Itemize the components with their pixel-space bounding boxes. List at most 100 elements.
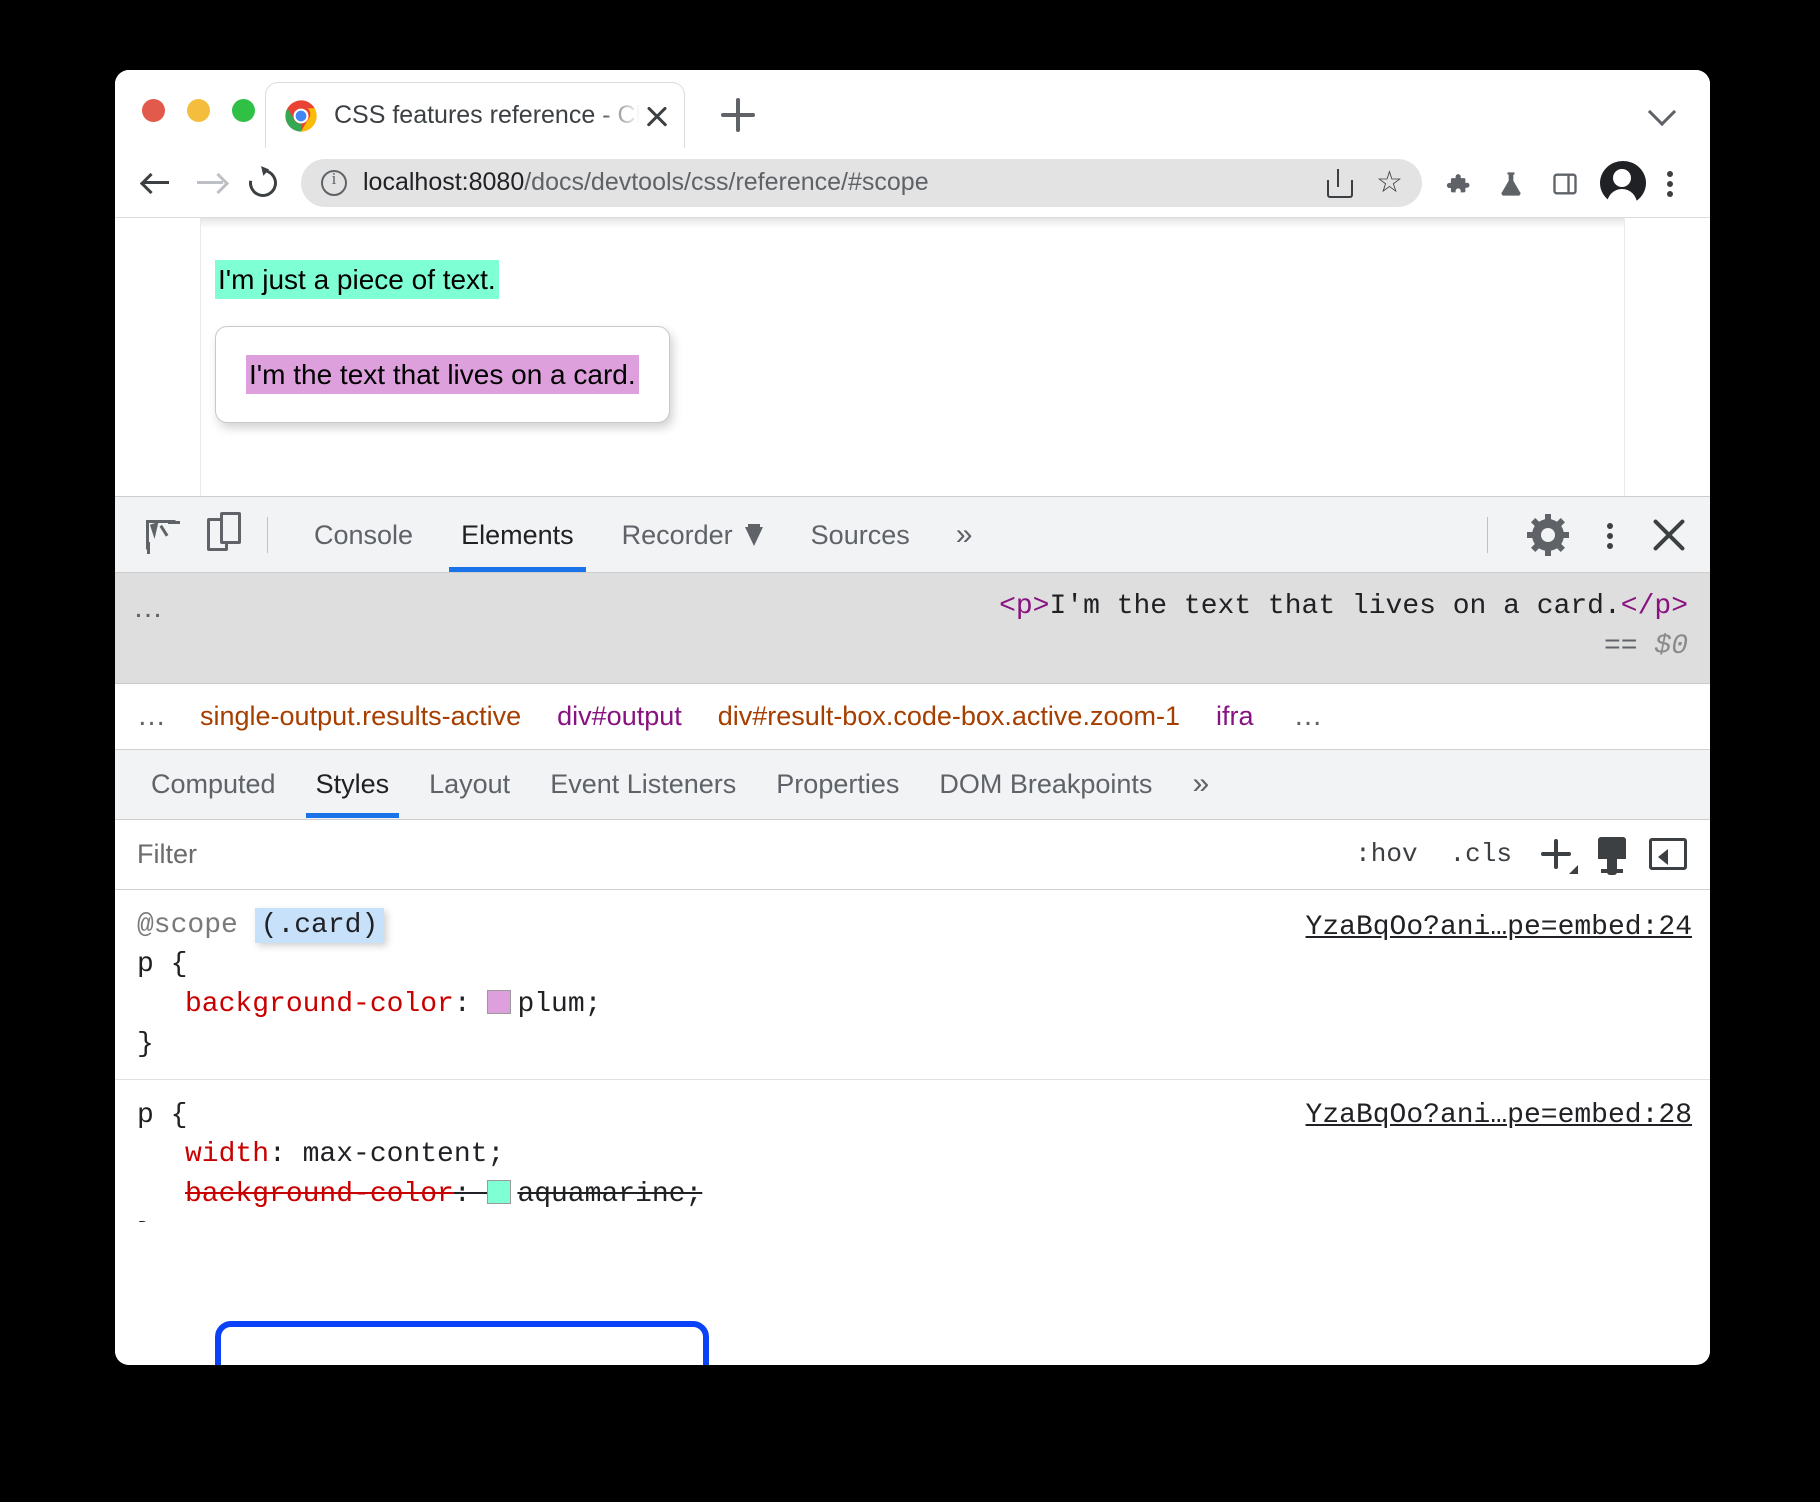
- scope-prelude[interactable]: (.card): [255, 908, 385, 943]
- breadcrumb-item-3[interactable]: ifra: [1198, 701, 1272, 732]
- devtools-close-icon[interactable]: [1646, 512, 1692, 558]
- puzzle-piece-icon: [1443, 170, 1471, 198]
- declaration-value-width[interactable]: max-content: [303, 1139, 488, 1170]
- devtools-more-options-icon[interactable]: [1588, 513, 1632, 557]
- maximize-window-button[interactable]: [232, 99, 255, 122]
- styles-rules-list: @scope (.card) p { background-color: plu…: [115, 890, 1710, 1222]
- browser-menu-button[interactable]: [1648, 161, 1692, 205]
- address-bar-url: localhost:8080/docs/devtools/css/referen…: [363, 168, 1312, 197]
- browser-tab-strip: CSS features reference - Chrom: [115, 70, 1710, 148]
- breadcrumb-item-0[interactable]: single-output.results-active: [182, 701, 539, 732]
- tab-console[interactable]: Console: [290, 498, 437, 572]
- inspect-element-icon[interactable]: [135, 509, 187, 561]
- style-rule-scope[interactable]: @scope (.card) p { background-color: plu…: [115, 890, 1710, 1080]
- tab-dom-breakpoints-label: DOM Breakpoints: [939, 769, 1152, 799]
- declaration-value-bg-overridden[interactable]: aquamarine: [517, 1179, 685, 1210]
- scope-rule-highlight: [215, 1321, 709, 1365]
- tab-sources[interactable]: Sources: [787, 498, 934, 572]
- closing-brace: }: [137, 1025, 1690, 1065]
- declaration-value[interactable]: plum: [517, 989, 584, 1020]
- declaration-width[interactable]: width: max-content;: [137, 1135, 1690, 1175]
- devtools-toolbar: Console Elements Recorder Sources »: [115, 497, 1710, 573]
- color-swatch-icon-aquamarine[interactable]: [487, 1180, 511, 1204]
- breadcrumb-item-1[interactable]: div#output: [539, 701, 700, 732]
- copy-styles-button[interactable]: [1584, 827, 1640, 881]
- tab-layout-label: Layout: [429, 769, 510, 799]
- tab-event-listeners[interactable]: Event Listeners: [530, 750, 756, 818]
- search-input[interactable]: [115, 838, 1339, 871]
- declaration-semicolon-2: ;: [487, 1139, 504, 1170]
- browser-navigation-bar: localhost:8080/docs/devtools/css/referen…: [115, 148, 1710, 218]
- styles-filter-bar: :hov .cls: [115, 820, 1710, 890]
- page-viewport: I'm just a piece of text. I'm the text t…: [115, 218, 1710, 496]
- new-tab-button[interactable]: [715, 92, 761, 138]
- window-traffic-lights[interactable]: [142, 99, 255, 122]
- toggle-sidebar-button[interactable]: [1640, 827, 1696, 881]
- tab-properties-label: Properties: [776, 769, 899, 799]
- tab-console-label: Console: [314, 520, 413, 550]
- reload-button[interactable]: [241, 160, 287, 206]
- declaration-background-color[interactable]: background-color: plum;: [137, 985, 1690, 1025]
- back-button[interactable]: [133, 160, 179, 206]
- tab-recorder-label: Recorder: [622, 520, 733, 550]
- caret-icon: [1569, 865, 1578, 874]
- toolbar-divider-right: [1487, 517, 1488, 553]
- new-style-rule-button[interactable]: [1528, 827, 1584, 881]
- side-panel-button[interactable]: [1540, 160, 1586, 206]
- browser-tab[interactable]: CSS features reference - Chrom: [265, 82, 685, 148]
- declaration-property-bg-overridden[interactable]: background-color: [185, 1179, 454, 1210]
- breadcrumb: … single-output.results-active div#outpu…: [115, 684, 1710, 750]
- site-info-icon[interactable]: [321, 170, 347, 196]
- devtools-panel: Console Elements Recorder Sources »: [115, 496, 1710, 1364]
- declaration-property[interactable]: background-color: [185, 989, 454, 1020]
- gear-icon[interactable]: [1526, 513, 1570, 557]
- device-toolbar-icon[interactable]: [193, 509, 245, 561]
- close-window-button[interactable]: [142, 99, 165, 122]
- declaration-property-width[interactable]: width: [185, 1139, 269, 1170]
- flask-icon: [1497, 170, 1525, 198]
- chrome-logo-icon: [284, 99, 318, 133]
- breadcrumb-trailing-ellipsis[interactable]: …: [1272, 700, 1339, 733]
- chevron-down-icon[interactable]: [1652, 102, 1676, 126]
- forward-button[interactable]: [187, 160, 233, 206]
- close-tab-icon[interactable]: [640, 99, 674, 133]
- experiments-button[interactable]: [1486, 160, 1532, 206]
- extensions-button[interactable]: [1432, 160, 1478, 206]
- toggle-pseudo-states-button[interactable]: :hov: [1339, 839, 1433, 869]
- selector-line[interactable]: p {: [137, 945, 1690, 985]
- bookmark-star-icon[interactable]: ☆: [1364, 161, 1416, 205]
- avatar[interactable]: [1600, 161, 1646, 205]
- toggle-element-classes-button[interactable]: .cls: [1434, 839, 1528, 869]
- styles-sidebar-tabs: Computed Styles Layout Event Listeners P…: [115, 750, 1710, 820]
- tab-styles-label: Styles: [316, 769, 390, 799]
- declaration-colon-3: :: [454, 1179, 488, 1210]
- dom-node-markup[interactable]: <p>I'm the text that lives on a card.</p…: [131, 587, 1694, 627]
- tab-styles[interactable]: Styles: [296, 750, 410, 818]
- tab-elements-label: Elements: [461, 520, 574, 550]
- tab-recorder[interactable]: Recorder: [598, 498, 787, 572]
- style-source-link-1[interactable]: YzaBqOo?ani…pe=embed:28: [1306, 1096, 1692, 1136]
- tab-computed[interactable]: Computed: [131, 750, 296, 818]
- devtools-tabs-overflow[interactable]: »: [934, 498, 995, 572]
- sidebar-tabs-overflow[interactable]: »: [1172, 750, 1229, 818]
- share-button[interactable]: [1312, 161, 1364, 205]
- address-bar[interactable]: localhost:8080/docs/devtools/css/referen…: [301, 159, 1422, 207]
- tab-dom-breakpoints[interactable]: DOM Breakpoints: [919, 750, 1172, 818]
- breadcrumb-leading-ellipsis[interactable]: …: [115, 700, 182, 733]
- dom-equals: ==: [1604, 631, 1638, 662]
- tab-elements[interactable]: Elements: [437, 498, 598, 572]
- declaration-semicolon-3: ;: [685, 1179, 702, 1210]
- breadcrumb-item-2[interactable]: div#result-box.code-box.active.zoom-1: [700, 701, 1198, 732]
- style-source-link-0[interactable]: YzaBqOo?ani…pe=embed:24: [1306, 908, 1692, 948]
- tab-properties[interactable]: Properties: [756, 750, 919, 818]
- dom-selected-marker: == $0: [131, 627, 1694, 667]
- tab-layout[interactable]: Layout: [409, 750, 530, 818]
- color-swatch-icon[interactable]: [487, 990, 511, 1014]
- dom-tree-ellipsis[interactable]: …: [133, 591, 165, 625]
- declaration-background-color-overridden[interactable]: background-color: aquamarine;: [137, 1175, 1690, 1215]
- minimize-window-button[interactable]: [187, 99, 210, 122]
- dom-open-tag: <p>: [999, 591, 1049, 622]
- style-rule-p[interactable]: p { width: max-content; background-color…: [115, 1080, 1710, 1222]
- at-scope-keyword: @scope: [137, 910, 238, 941]
- demo-page-frame: I'm just a piece of text. I'm the text t…: [200, 218, 1625, 496]
